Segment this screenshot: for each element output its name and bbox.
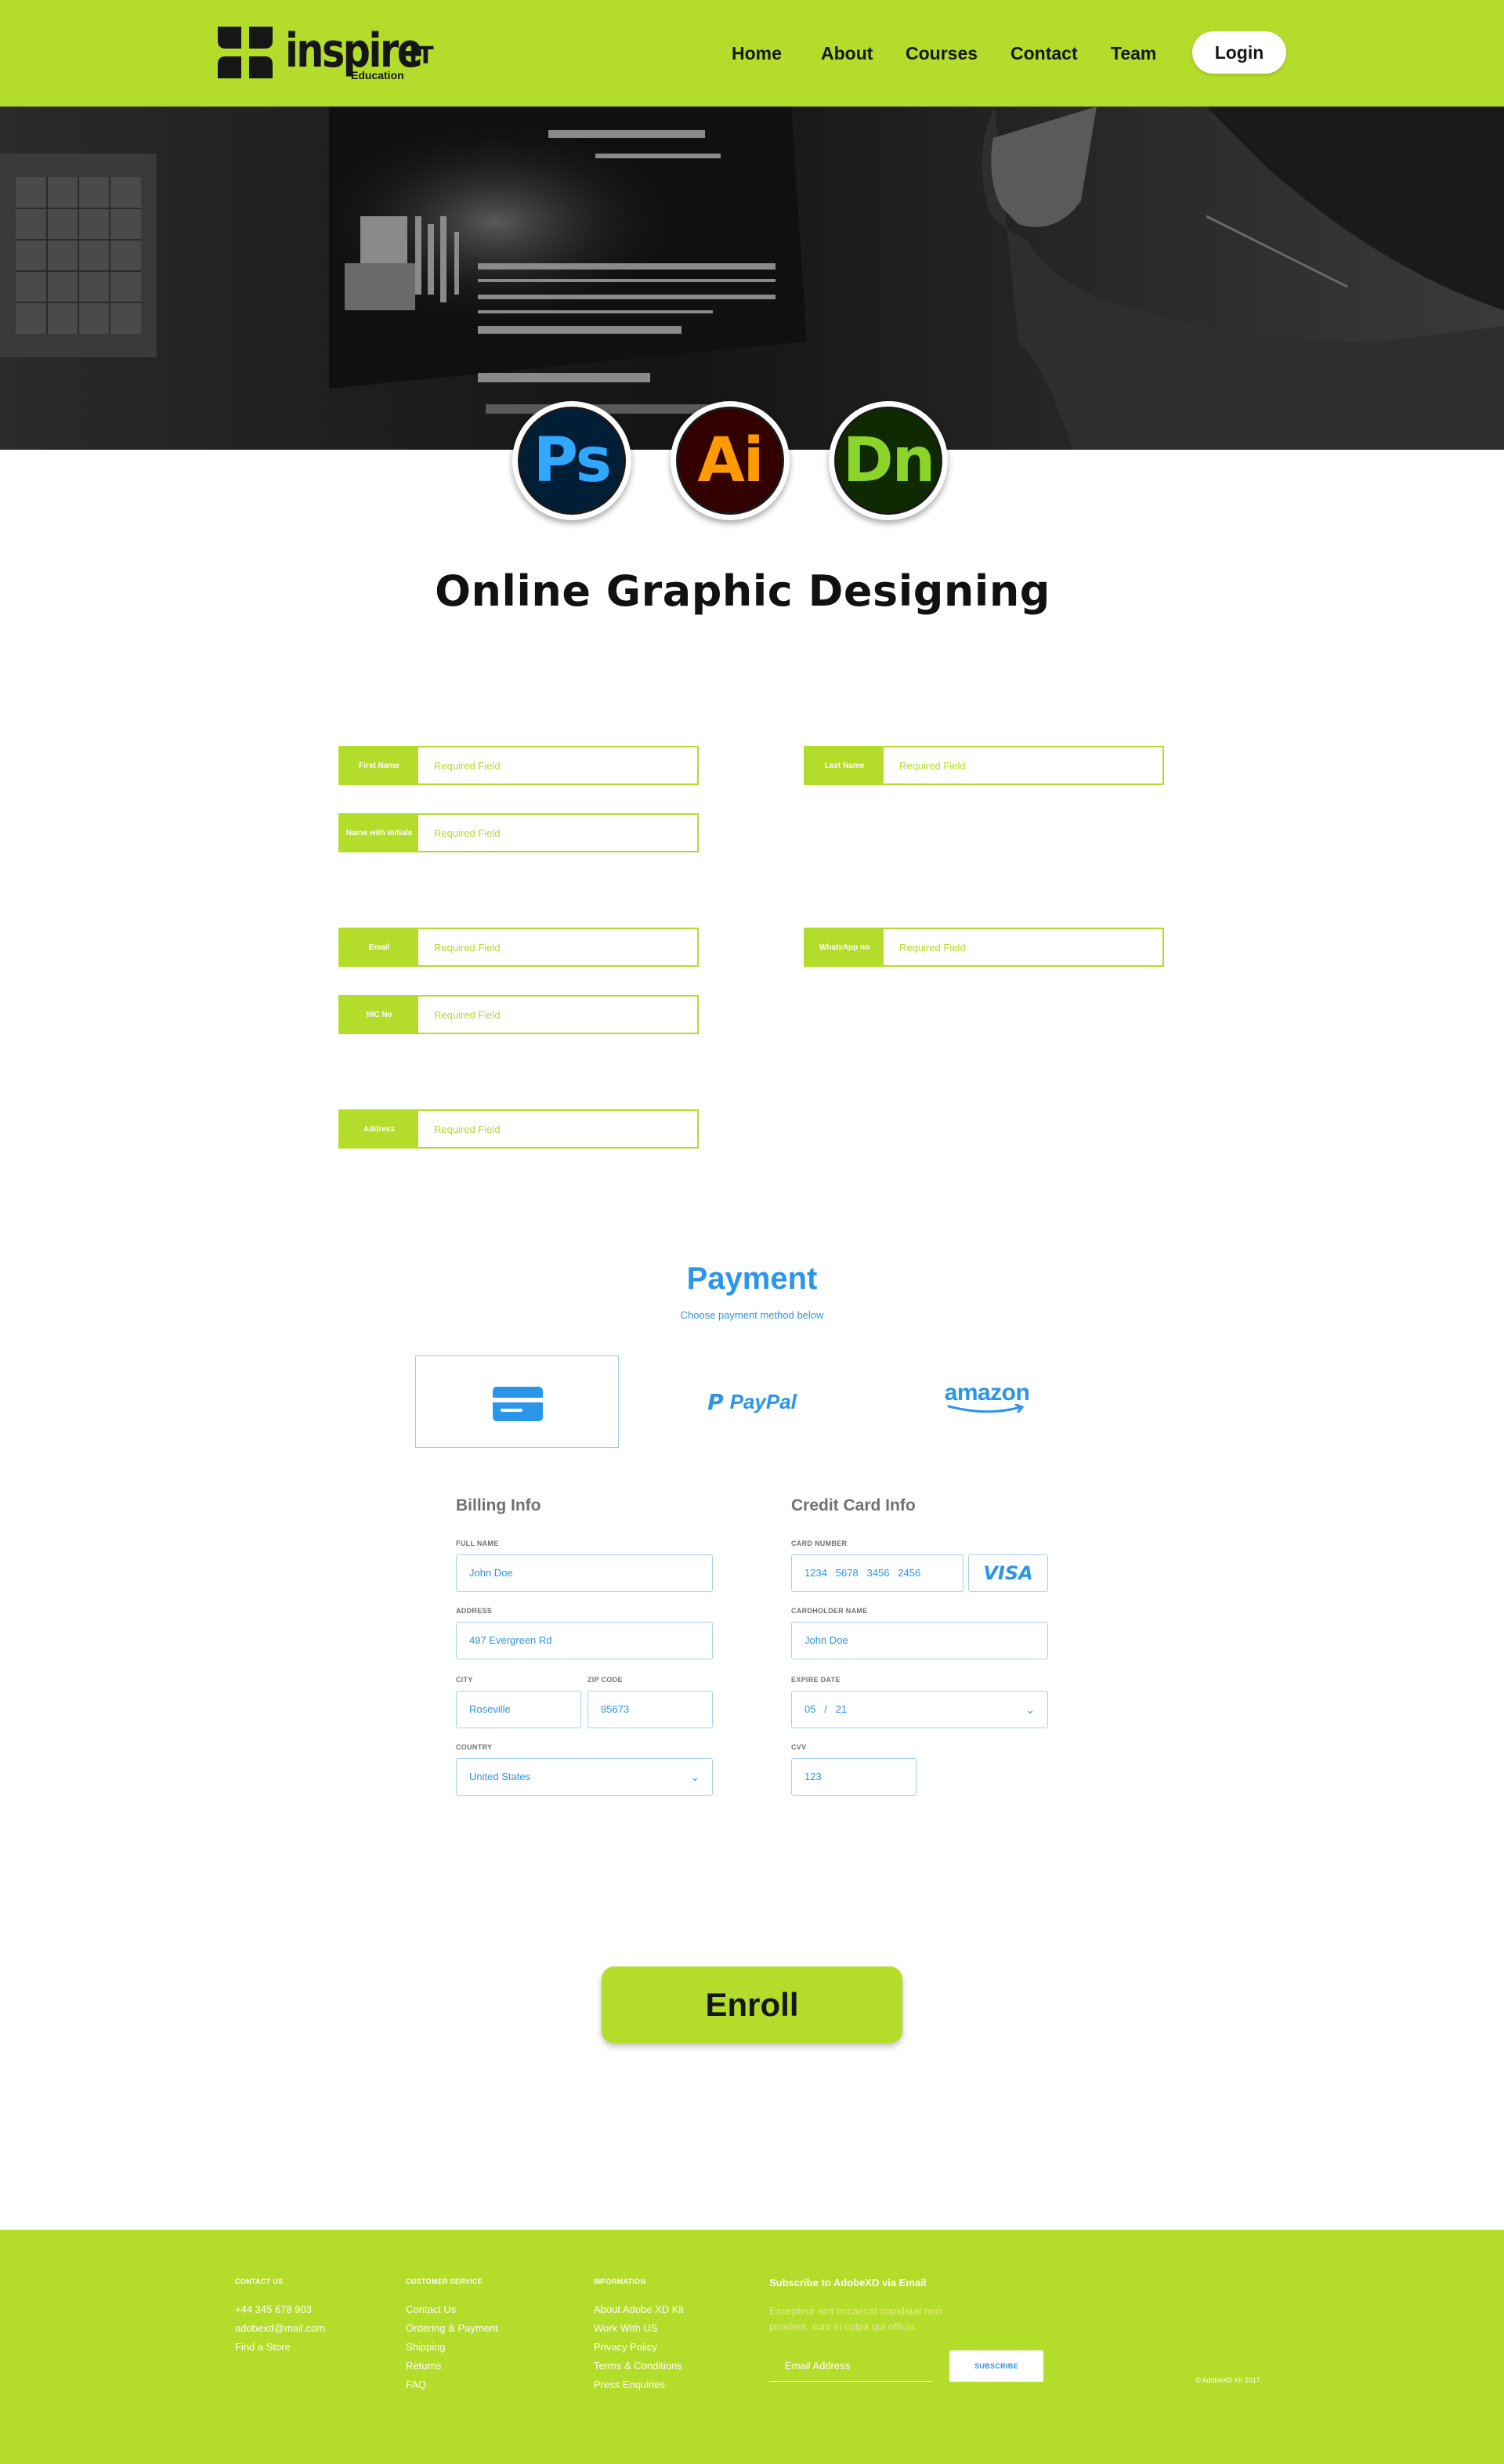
country-value: United States (469, 1771, 531, 1782)
expire-value: 05 / 21 (804, 1703, 848, 1715)
first-name-label: First Name (340, 747, 418, 783)
footer-link[interactable]: Shipping (406, 2341, 446, 2354)
payment-subtitle: Choose payment method below (680, 1309, 824, 1321)
pay-option-paypal[interactable]: P PayPal (650, 1355, 854, 1448)
cardholder-label: CARDHOLDER NAME (791, 1607, 868, 1615)
footer-link[interactable]: Contact Us (406, 2303, 456, 2316)
nic-label: NIC No (340, 997, 418, 1033)
address-input[interactable] (418, 1111, 697, 1147)
card-number-label: CARD NUMBER (791, 1540, 848, 1547)
last-name-field: Last Name (804, 746, 1164, 785)
hero-banner (0, 107, 1504, 450)
footer-email[interactable]: adobexd@mail.com (235, 2322, 325, 2335)
last-name-label: Last Name (805, 747, 884, 783)
footer-link[interactable]: Terms & Conditions (594, 2360, 682, 2372)
whatsapp-label: WhatsApp no (805, 929, 884, 965)
email-field: Email (338, 928, 699, 967)
payment-title: Payment (686, 1261, 818, 1296)
footer-link[interactable]: Ordering & Payment (406, 2322, 498, 2335)
country-label: COUNTRY (456, 1743, 493, 1751)
address-label: Address (340, 1111, 418, 1147)
photoshop-icon: Ps (512, 401, 631, 520)
email-label: Email (340, 929, 418, 965)
footer-find-store[interactable]: Find a Store (235, 2341, 291, 2354)
cvv-label: CVV (791, 1743, 807, 1751)
footer-link[interactable]: Press Enquiries (594, 2379, 665, 2391)
logo-subtitle: Education (351, 69, 404, 81)
email-input[interactable] (418, 929, 697, 965)
whatsapp-input[interactable] (884, 929, 1162, 965)
paypal-icon: P (707, 1388, 724, 1415)
dimension-icon: Dn (829, 401, 948, 520)
pay-option-card[interactable] (415, 1355, 619, 1448)
subscribe-email-input[interactable] (769, 2350, 932, 2382)
expire-label: EXPIRE DATE (791, 1676, 841, 1684)
butterfly-logo-icon (218, 27, 273, 78)
page-title: Online Graphic Designing (435, 566, 1050, 616)
full-name-label: FULL NAME (456, 1540, 499, 1547)
site-header: inspire IT Education Home About Courses … (0, 0, 1504, 107)
last-name-input[interactable] (884, 747, 1162, 783)
copyright: © AdobeXD Kit 2017 (1195, 2376, 1260, 2384)
cvv-input[interactable]: 123 (791, 1758, 916, 1796)
billing-address-label: ADDRESS (456, 1607, 493, 1615)
hero-image (0, 107, 1504, 450)
name-with-initials-input[interactable] (418, 815, 697, 851)
site-footer: CONTACT US +44 345 678 903 adobexd@mail.… (0, 2230, 1504, 2464)
footer-link[interactable]: Returns (406, 2360, 442, 2372)
amazon-label: amazon (944, 1380, 1030, 1406)
login-button[interactable]: Login (1192, 31, 1286, 74)
address-field: Address (338, 1109, 699, 1149)
expire-select[interactable]: 05 / 21 ⌄ (791, 1691, 1048, 1728)
footer-phone[interactable]: +44 345 678 903 (235, 2303, 312, 2316)
footer-link[interactable]: About Adobe XD Kit (594, 2303, 684, 2316)
footer-link[interactable]: FAQ (406, 2379, 426, 2391)
city-input[interactable]: Roseville (456, 1691, 581, 1728)
nav-home[interactable]: Home (732, 41, 782, 66)
city-label: CITY (456, 1676, 473, 1684)
subscribe-description: Excepteur sint occaecat cupidatat non pr… (769, 2305, 942, 2332)
card-number-input[interactable]: 1234 5678 3456 2456 (791, 1554, 964, 1592)
name-with-initials-label: Name with initials (340, 815, 418, 851)
card-heading: Credit Card Info (791, 1496, 916, 1514)
nav-courses[interactable]: Courses (906, 41, 978, 66)
footer-info-heading: INFORMATION (594, 2278, 646, 2285)
paypal-label: PayPal (729, 1389, 797, 1413)
visa-icon: VISA (968, 1554, 1048, 1592)
whatsapp-field: WhatsApp no (804, 928, 1164, 967)
chevron-down-icon: ⌄ (1025, 1703, 1035, 1716)
billing-address-input[interactable]: 497 Evergreen Rd (456, 1622, 713, 1659)
billing-heading: Billing Info (456, 1496, 541, 1514)
chevron-down-icon: ⌄ (690, 1771, 700, 1783)
footer-service-heading: CUSTOMER SERVICE (406, 2278, 483, 2285)
nav-team[interactable]: Team (1111, 41, 1156, 66)
logo-suffix: IT (409, 42, 434, 70)
footer-contact-heading: CONTACT US (235, 2278, 284, 2285)
first-name-field: First Name (338, 746, 699, 785)
first-name-input[interactable] (418, 747, 697, 783)
pay-option-amazon[interactable]: amazon (885, 1355, 1089, 1448)
cardholder-input[interactable]: John Doe (791, 1622, 1048, 1659)
footer-link[interactable]: Privacy Policy (594, 2341, 657, 2354)
name-with-initials-field: Name with initials (338, 813, 699, 852)
nav-contact[interactable]: Contact (1010, 41, 1078, 66)
full-name-input[interactable]: John Doe (456, 1554, 713, 1592)
zip-label: ZIP CODE (588, 1676, 623, 1684)
footer-link[interactable]: Work With US (594, 2322, 657, 2335)
nav-about[interactable]: About (821, 41, 873, 66)
illustrator-icon: Ai (671, 401, 790, 520)
subscribe-button[interactable]: SUBSCRIBE (949, 2350, 1043, 2382)
country-select[interactable]: United States ⌄ (456, 1758, 713, 1796)
zip-input[interactable]: 95673 (588, 1691, 713, 1728)
enroll-button[interactable]: Enroll (602, 1966, 902, 2043)
nic-input[interactable] (418, 997, 697, 1033)
nic-field: NIC No (338, 995, 699, 1034)
credit-card-icon (493, 1387, 543, 1421)
subscribe-heading: Subscribe to AdobeXD via Email (769, 2277, 927, 2289)
